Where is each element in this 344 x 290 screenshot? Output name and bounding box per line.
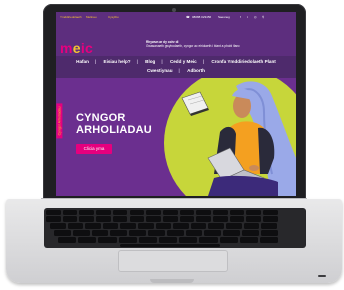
- keyboard-key: [120, 223, 136, 229]
- phone-icon: ☎: [186, 15, 190, 19]
- keyboard-key: [96, 216, 111, 222]
- nav-item-hafan[interactable]: Hafan: [73, 59, 92, 64]
- keyboard-key: [166, 230, 184, 236]
- keyboard-key: [219, 237, 238, 243]
- keyboard-key: [54, 230, 71, 236]
- keyboard-key: [112, 210, 128, 215]
- top-link[interactable]: Ymddiriedolaeth: [60, 15, 82, 19]
- keyboard-key: [196, 210, 211, 215]
- hero-banner: Cyngor Arholiadau CYNGOR ARHOLIADAU Clic…: [56, 78, 296, 196]
- keyboard-key: [118, 237, 137, 243]
- keyboard-key: [223, 230, 240, 236]
- keyboard-key: [246, 210, 262, 215]
- keyboard-key: [102, 223, 119, 229]
- keyboard-key: [129, 216, 145, 222]
- keyboard-key: [46, 216, 61, 222]
- keyboard-key: [204, 230, 222, 236]
- facebook-icon[interactable]: f: [240, 15, 241, 19]
- keyboard-key: [162, 210, 178, 215]
- keyboard-key: [129, 210, 145, 215]
- main-nav: Hafan | Eisiau help? | Blog | Cedd y Meic | …: [56, 56, 296, 78]
- keyboard-key: [138, 237, 157, 243]
- keyboard-key: [196, 216, 211, 222]
- keyboard-key: [260, 230, 278, 236]
- keyboard-key: [179, 237, 198, 243]
- keyboard-key: [112, 216, 128, 222]
- keyboard-key: [62, 216, 78, 222]
- nav-item-fund[interactable]: Cronfa Ymddiriedolaeth Plant: [208, 59, 279, 64]
- top-utility-bar: Ymddiriedolaeth Melinau Cysylltu ☎ 08088…: [56, 12, 296, 32]
- keyboard-key: [229, 210, 245, 215]
- keyboard-key: [242, 230, 259, 236]
- keyboard-key: [110, 230, 128, 236]
- nav-item-blog[interactable]: Blog: [142, 59, 158, 64]
- instagram-icon[interactable]: ◎: [254, 15, 257, 19]
- keyboard-key: [146, 210, 161, 215]
- trackpad[interactable]: [118, 250, 228, 272]
- keyboard-key: [213, 210, 228, 215]
- keyboard-key: [261, 223, 277, 229]
- screen: Ymddiriedolaeth Melinau Cysylltu ☎ 08088…: [56, 12, 296, 196]
- keyboard-key: [263, 216, 278, 222]
- keyboard-key: [208, 223, 224, 229]
- keyboard-key: [67, 223, 84, 229]
- nav-item-meic[interactable]: Cedd y Meic: [167, 59, 200, 64]
- keyboard-key: [226, 223, 242, 229]
- keyboard-key: [50, 223, 66, 229]
- keyboard-key: [179, 216, 195, 222]
- spacebar-key: [120, 244, 220, 247]
- keyboard-key: [162, 216, 178, 222]
- laptop: Ymddiriedolaeth Melinau Cysylltu ☎ 08088…: [0, 0, 344, 290]
- keyboard-key: [239, 237, 258, 243]
- keyboard-key: [159, 237, 178, 243]
- keyboard-key: [155, 223, 172, 229]
- keyboard-key: [229, 216, 245, 222]
- language-toggle[interactable]: Saesneg: [218, 15, 230, 19]
- twitter-icon[interactable]: t: [247, 15, 248, 19]
- keyboard-key: [58, 237, 77, 243]
- top-link[interactable]: Melinau: [86, 15, 97, 19]
- keyboard-key: [243, 223, 260, 229]
- keyboard-key: [79, 216, 95, 222]
- tagline: Rhywun ar dy ochr di Gwasanaeth gwybodae…: [146, 40, 240, 48]
- keyboard-key: [190, 223, 207, 229]
- phone-number[interactable]: 08088 023456: [192, 15, 211, 19]
- keyboard-key: [129, 230, 146, 236]
- keyboard-key: [179, 210, 195, 215]
- top-link[interactable]: Cysylltu: [108, 15, 119, 19]
- keyboard-key: [91, 230, 109, 236]
- keyboard-key: [62, 210, 78, 215]
- side-tag: Cyngor Arholiadau: [56, 103, 63, 139]
- keyboard-key: [98, 237, 117, 243]
- hero-title: CYNGOR ARHOLIADAU: [76, 112, 152, 136]
- status-light: [318, 275, 326, 277]
- nav-item-help[interactable]: Eisiau help?: [101, 59, 134, 64]
- keyboard-key: [79, 210, 95, 215]
- keyboard-key: [85, 223, 101, 229]
- hero-illustration: [181, 81, 296, 196]
- nav-item-questions[interactable]: Cwestiynau: [144, 68, 176, 73]
- keyboard-key: [263, 210, 278, 215]
- keyboard-key: [260, 237, 279, 243]
- keyboard-key: [138, 223, 154, 229]
- book-icon: [181, 91, 209, 116]
- keyboard-key: [148, 230, 165, 236]
- keyboard-key: [173, 223, 189, 229]
- keyboard-key: [78, 237, 97, 243]
- keyboard-key: [199, 237, 218, 243]
- hero-cta-button[interactable]: Clicia yma: [76, 144, 112, 154]
- site-logo[interactable]: meic: [60, 40, 93, 56]
- keyboard-key: [213, 216, 228, 222]
- keyboard-key: [246, 216, 262, 222]
- keyboard-key: [96, 210, 111, 215]
- nav-item-feedback[interactable]: Adborth: [184, 68, 208, 73]
- keyboard-key: [72, 230, 90, 236]
- keyboard-key: [185, 230, 203, 236]
- search-icon[interactable]: ⚲: [262, 15, 264, 19]
- keyboard-key: [46, 210, 61, 215]
- keyboard-key: [146, 216, 161, 222]
- lid-notch: [150, 279, 194, 283]
